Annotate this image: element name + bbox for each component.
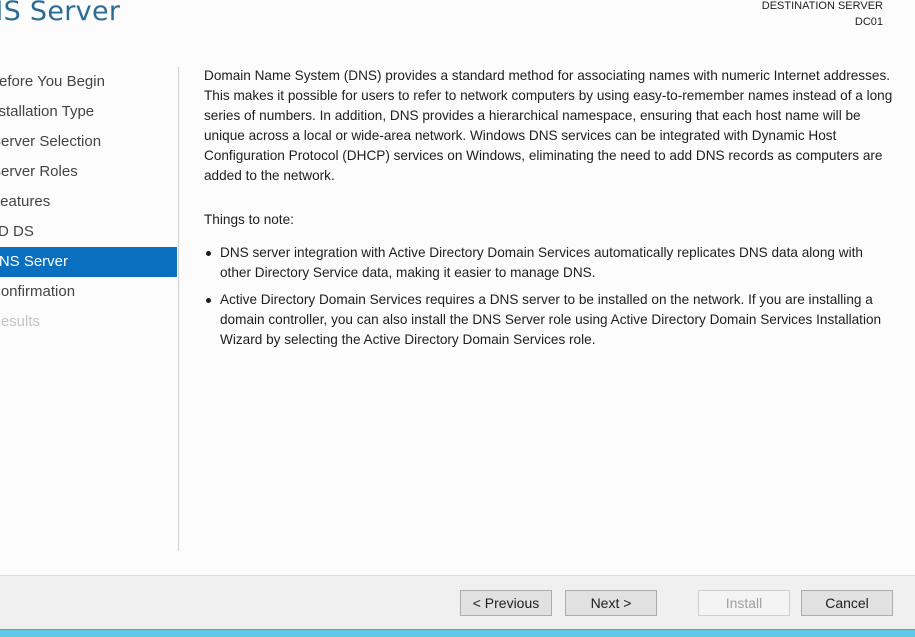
bullet-icon — [206, 298, 211, 303]
intro-paragraph: Domain Name System (DNS) provides a stan… — [204, 68, 893, 183]
bullet-icon — [206, 251, 211, 256]
page-title: DNS Server — [0, 0, 121, 27]
nav-item-label: Installation Type — [0, 103, 95, 120]
nav-item-label: DNS Server — [0, 253, 69, 270]
nav-item-label: Server Selection — [0, 133, 102, 150]
notes-list: DNS server integration with Active Direc… — [204, 243, 894, 350]
nav-item-label: Before You Begin — [0, 73, 105, 90]
nav-item-label: Server Roles — [0, 163, 78, 180]
cancel-button[interactable]: Cancel — [801, 590, 893, 616]
previous-button[interactable]: < Previous — [460, 590, 552, 616]
nav-item-results: Results — [0, 307, 177, 337]
destination-server-label: DESTINATION SERVER — [761, 0, 883, 12]
nav-divider — [178, 67, 179, 551]
wizard-steps-nav: Before You Begin Installation Type Serve… — [0, 67, 177, 337]
destination-server-name: DC01 — [854, 16, 883, 28]
install-button: Install — [698, 590, 790, 616]
nav-item-server-roles[interactable]: Server Roles — [0, 157, 177, 187]
note-item: DNS server integration with Active Direc… — [204, 243, 894, 283]
nav-item-label: AD DS — [0, 223, 34, 240]
wizard-footer: < Previous Next > Install Cancel — [0, 575, 915, 630]
next-button[interactable]: Next > — [565, 590, 657, 616]
nav-item-dns-server[interactable]: DNS Server — [0, 247, 177, 277]
destination-server-info: DESTINATION SERVER DC01 — [762, 0, 883, 30]
note-text: Active Directory Domain Services require… — [220, 292, 882, 347]
note-text: DNS server integration with Active Direc… — [220, 245, 863, 280]
nav-item-installation-type[interactable]: Installation Type — [0, 97, 177, 127]
nav-item-before-you-begin[interactable]: Before You Begin — [0, 67, 177, 97]
note-item: Active Directory Domain Services require… — [204, 290, 894, 350]
notes-heading: Things to note: — [204, 212, 294, 227]
nav-item-label: Features — [0, 193, 51, 210]
content-pane: Domain Name System (DNS) provides a stan… — [204, 66, 894, 357]
nav-item-server-selection[interactable]: Server Selection — [0, 127, 177, 157]
nav-item-label: Confirmation — [0, 283, 76, 300]
nav-item-label: Results — [0, 313, 41, 330]
nav-item-ad-ds[interactable]: AD DS — [0, 217, 177, 247]
nav-item-features[interactable]: Features — [0, 187, 177, 217]
nav-item-confirmation[interactable]: Confirmation — [0, 277, 177, 307]
